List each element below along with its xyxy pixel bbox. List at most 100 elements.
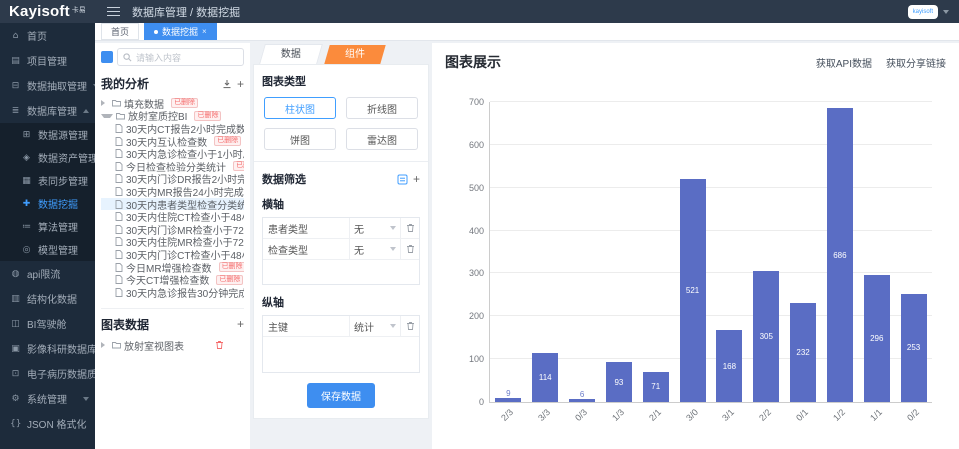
delete-icon[interactable]: [401, 316, 419, 336]
axis-field-label: 主键: [263, 316, 350, 336]
sidebar-item-label: api限流: [27, 266, 60, 281]
chart-type-button[interactable]: 雷达图: [346, 128, 418, 150]
sidebar-item-table-sync[interactable]: ▦表同步管理: [0, 169, 95, 192]
delete-icon[interactable]: [215, 340, 224, 350]
sidebar-item-project[interactable]: ▤项目管理: [0, 48, 95, 73]
chart-type-button[interactable]: 柱状图: [264, 97, 336, 119]
y-axis-tick-label: 500: [452, 183, 484, 193]
axis-row: 主键统计: [263, 316, 419, 337]
close-icon[interactable]: ×: [202, 28, 207, 36]
caret-right-icon[interactable]: [101, 342, 109, 348]
sidebar-item-home[interactable]: ⌂首页: [0, 23, 95, 48]
gridline: [490, 272, 932, 273]
axis-agg-select[interactable]: 无: [350, 218, 401, 238]
sidebar-item-extract[interactable]: ⊟数据抽取管理: [0, 73, 95, 98]
tree-item[interactable]: 30天内住院CT检查小于48小时总计: [101, 210, 244, 223]
breadcrumb: 数据库管理 / 数据挖掘: [132, 4, 240, 20]
tree-item[interactable]: 30天内住院MR检查小于72小时总计: [101, 236, 244, 249]
document-icon: [115, 212, 123, 221]
sidebar-item-imaging[interactable]: ▣影像科研数据库: [0, 336, 95, 361]
extract-icon: ⊟: [10, 81, 21, 91]
chart-type-button[interactable]: 折线图: [346, 97, 418, 119]
sidebar-item-structured[interactable]: ▥结构化数据: [0, 286, 95, 311]
user-avatar[interactable]: kayisoft: [908, 5, 938, 19]
add-filter-button[interactable]: +: [413, 174, 420, 184]
bar[interactable]: 6: [569, 399, 595, 402]
chevron-down-icon[interactable]: [943, 10, 949, 14]
sidebar-item-model[interactable]: ◎模型管理: [0, 238, 95, 261]
get-share-link[interactable]: 获取分享链接: [886, 55, 946, 70]
tab-data[interactable]: 数据: [259, 44, 323, 64]
collapse-menu-icon[interactable]: [107, 7, 120, 16]
tree-item[interactable]: 30天内急诊检查小于1小时总计: [101, 147, 244, 160]
chart-type-button[interactable]: 饼图: [264, 128, 336, 150]
bar[interactable]: 521: [680, 179, 706, 402]
chevron-down-icon: [390, 324, 396, 328]
tree-item[interactable]: 30天内急诊报告30分钟完成数: [101, 286, 244, 299]
tree-item[interactable]: 30天内互认检查数已删除: [101, 135, 244, 148]
caret-down-icon[interactable]: [101, 114, 113, 118]
bar[interactable]: 114: [532, 353, 558, 402]
axis-agg-value: 无: [354, 221, 364, 236]
bar[interactable]: 9: [495, 398, 521, 402]
search-input[interactable]: 请输入内容: [117, 48, 244, 66]
get-api-data-link[interactable]: 获取API数据: [816, 55, 872, 70]
tab-data-mining[interactable]: 数据挖掘 ×: [144, 23, 217, 40]
filter-table-icon[interactable]: [397, 174, 408, 185]
tree-item[interactable]: 今日MR增强检查数已删除: [101, 261, 244, 274]
tab-home-label: 首页: [111, 25, 129, 38]
tree-item-label: 填充数据: [124, 97, 164, 110]
sidebar-item-json[interactable]: {}JSON 格式化: [0, 411, 95, 436]
tree-item-label: 今日检查检验分类统计: [126, 160, 226, 173]
chevron-up-icon: [83, 109, 89, 113]
bar[interactable]: 232: [790, 303, 816, 402]
sidebar-item-mining[interactable]: ✚数据挖掘: [0, 192, 95, 215]
save-data-button[interactable]: 保存数据: [307, 383, 375, 408]
tab-component[interactable]: 组件: [324, 45, 385, 64]
axis-agg-select[interactable]: 无: [350, 239, 401, 259]
tree-item[interactable]: 30天内患者类型检查分类统计: [101, 198, 244, 211]
sidebar-item-asset[interactable]: ◈数据资产管理: [0, 146, 95, 169]
tree-item[interactable]: 30天内门诊CT检查小于48小时总计: [101, 248, 244, 261]
delete-icon[interactable]: [401, 239, 419, 259]
import-analysis-icon[interactable]: [222, 79, 232, 89]
add-chart-data-button[interactable]: +: [237, 319, 244, 329]
bar[interactable]: 686: [827, 108, 853, 402]
caret-right-icon[interactable]: [101, 100, 109, 106]
tree-item[interactable]: 今天CT增强检查数已删除: [101, 273, 244, 286]
tree-item[interactable]: 填充数据已删除: [101, 97, 244, 110]
sidebar-item-database[interactable]: ≣数据库管理: [0, 98, 95, 123]
sidebar-item-algorithm[interactable]: ≔算法管理: [0, 215, 95, 238]
delete-icon[interactable]: [401, 218, 419, 238]
sidebar-item-bi[interactable]: ◫BI驾驶舱: [0, 311, 95, 336]
bar[interactable]: 168: [716, 330, 742, 402]
bar[interactable]: 296: [864, 275, 890, 402]
y-axis-tick-label: 100: [452, 354, 484, 364]
brand-logo: Kayisoft 卡易: [0, 3, 95, 20]
tree-item[interactable]: 今日检查检验分类统计已删除: [101, 160, 244, 173]
tree-toggle-button[interactable]: [101, 51, 113, 63]
chart-data-item[interactable]: 放射室视图表: [101, 338, 244, 353]
sidebar-nav: ⌂首页▤项目管理⊟数据抽取管理≣数据库管理⊞数据源管理◈数据资产管理▦表同步管理…: [0, 23, 95, 449]
sidebar-item-system[interactable]: ⚙系统管理: [0, 386, 95, 411]
axis-agg-select[interactable]: 统计: [350, 316, 401, 336]
y-axis-tick-label: 300: [452, 268, 484, 278]
tree-item[interactable]: 30天内门诊DR报告2小时完成数: [101, 173, 244, 186]
bar[interactable]: 93: [606, 362, 632, 402]
sidebar-item-datasource[interactable]: ⊞数据源管理: [0, 123, 95, 146]
tree-item[interactable]: 30天内CT报告2小时完成数已删除: [101, 122, 244, 135]
bar[interactable]: 253: [901, 294, 927, 402]
deleted-badge: 已删除: [216, 275, 243, 285]
add-analysis-button[interactable]: +: [237, 79, 244, 89]
y-axis-tick-label: 700: [452, 97, 484, 107]
chevron-down-icon: [83, 397, 89, 401]
bar[interactable]: 305: [753, 271, 779, 402]
bar[interactable]: 71: [643, 372, 669, 402]
sidebar-item-api[interactable]: ◍api限流: [0, 261, 95, 286]
tree-item[interactable]: 30天内MR报告24小时完成数: [101, 185, 244, 198]
tree-item[interactable]: 放射室质控BI已删除: [101, 110, 244, 123]
x-axis-tick-label: 0/2: [895, 407, 920, 432]
sidebar-item-emr[interactable]: ⊡电子病历数据质控: [0, 361, 95, 386]
tab-home[interactable]: 首页: [101, 23, 139, 40]
tree-item[interactable]: 30天内门诊MR检查小于72小时总计: [101, 223, 244, 236]
